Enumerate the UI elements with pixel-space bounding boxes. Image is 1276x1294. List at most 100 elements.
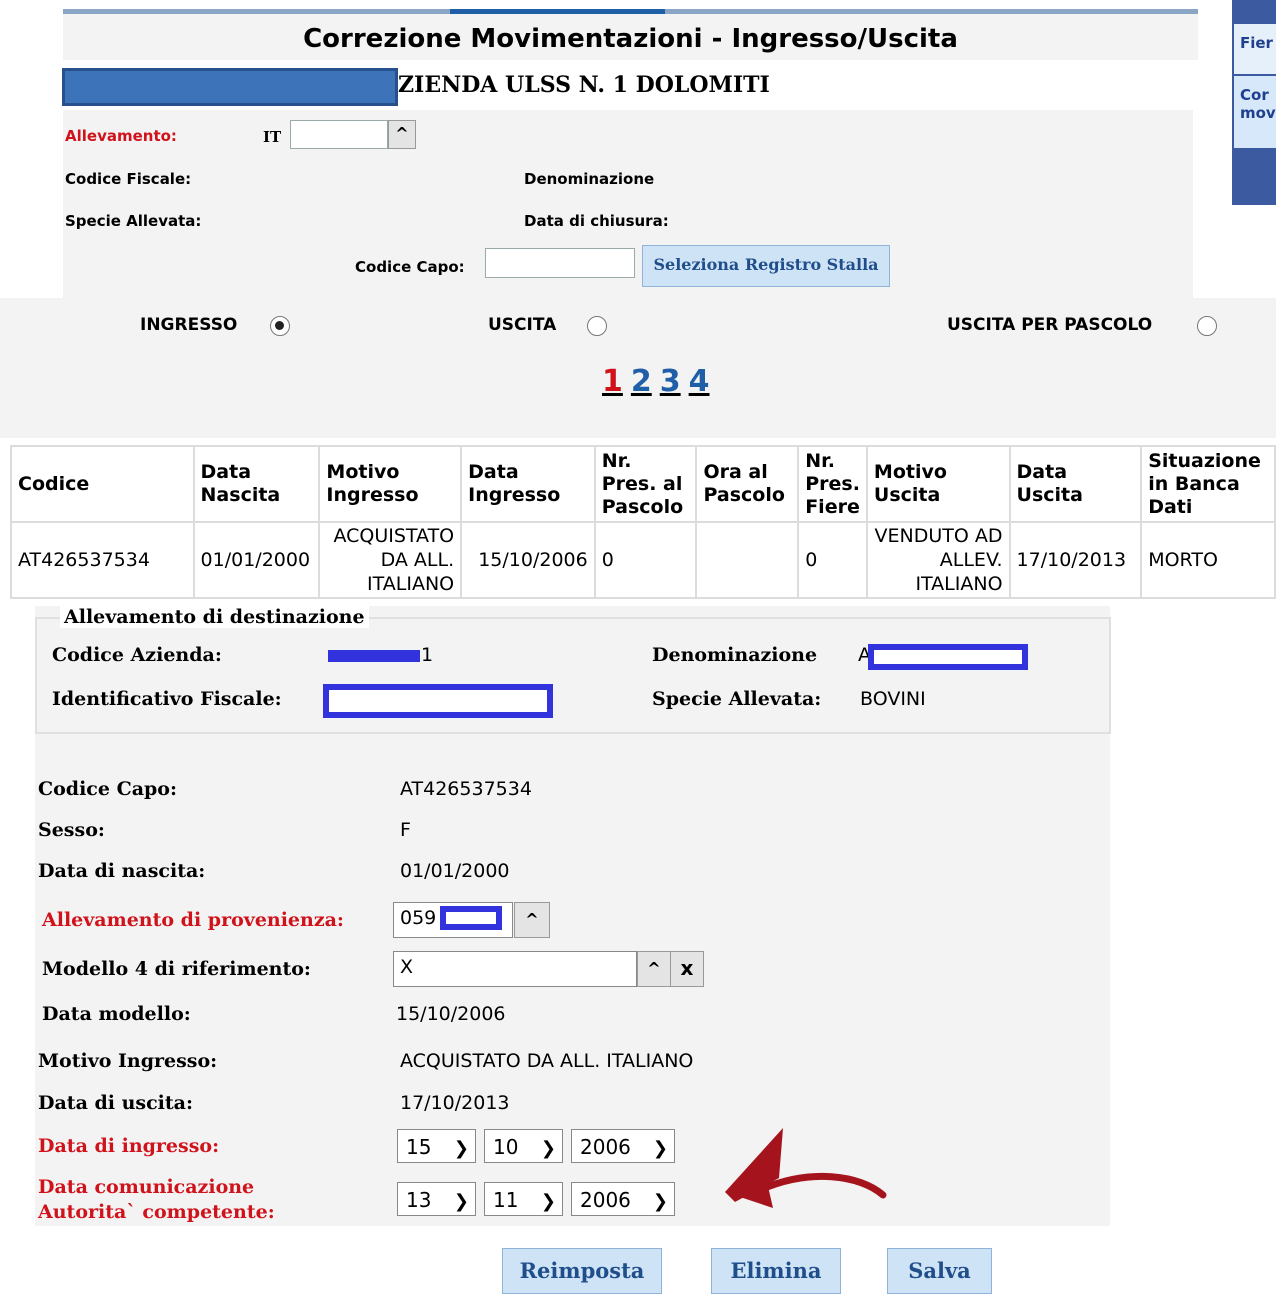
modello4-lookup-button[interactable]: ^ <box>637 951 671 987</box>
chevron-down-icon: ❯ <box>540 1191 556 1212</box>
reimposta-button[interactable]: Reimposta <box>502 1248 662 1294</box>
col-header: Ora al Pascolo <box>695 445 800 523</box>
data-comunicazione-year-select[interactable]: 2006 ❯ <box>571 1182 675 1216</box>
cell-data-ingresso: 15/10/2006 <box>460 521 596 599</box>
col-header: Data Uscita <box>1008 445 1143 523</box>
modello4-input[interactable]: X <box>393 951 637 987</box>
data-nascita-label: Data di nascita: <box>38 860 206 882</box>
radio-ingresso[interactable] <box>270 316 290 336</box>
modello4-value: X <box>400 956 414 978</box>
dest-denominazione-label: Denominazione <box>652 644 818 666</box>
destinazione-fieldset <box>35 617 1111 734</box>
dest-specie-label: Specie Allevata: <box>652 688 822 710</box>
capo-label: Codice Capo: <box>38 778 177 800</box>
data-uscita-label: Data di uscita: <box>38 1092 194 1114</box>
cell-data-nascita: 01/01/2000 <box>192 521 321 599</box>
month-value: 11 <box>493 1188 519 1212</box>
data-nascita-value: 01/01/2000 <box>400 860 510 882</box>
cell-motivo-uscita: VENDUTO AD ALLEV. ITALIANO <box>865 521 1011 599</box>
id-fiscale-label: Identificativo Fiscale: <box>52 688 282 710</box>
col-header: Data Nascita <box>192 445 321 523</box>
allevamento-prefix: IT <box>263 128 282 146</box>
cell-ora-pascolo <box>695 521 800 599</box>
provenienza-input[interactable]: 059 <box>393 902 513 938</box>
side-item-correzione[interactable]: Cor mov <box>1234 76 1276 148</box>
codice-azienda-value: 1 <box>421 644 434 666</box>
col-header: Codice <box>10 445 195 523</box>
radio-uscita-label: USCITA <box>488 315 557 335</box>
side-item-line2: mov <box>1240 104 1276 122</box>
close-icon: x <box>680 956 694 980</box>
chevron-down-icon: ❯ <box>652 1138 668 1159</box>
caret-up-icon: ^ <box>395 124 409 143</box>
year-value: 2006 <box>580 1188 631 1212</box>
page-link-2[interactable]: 2 <box>631 364 652 399</box>
data-comunicazione-month-select[interactable]: 11 ❯ <box>484 1182 563 1216</box>
cell-nr-pres-fiere: 0 <box>797 521 868 599</box>
seleziona-registro-button[interactable]: Seleziona Registro Stalla <box>642 245 890 287</box>
caret-up-icon: ^ <box>647 959 661 978</box>
codice-azienda-label: Codice Azienda: <box>52 644 222 666</box>
caret-up-icon: ^ <box>525 910 539 929</box>
page-link-4[interactable]: 4 <box>689 364 710 399</box>
data-modello-label: Data modello: <box>42 1003 191 1025</box>
col-header: Situazione in Banca Dati <box>1140 445 1276 523</box>
codice-capo-label: Codice Capo: <box>355 258 465 276</box>
annotation-arrow-icon <box>725 1128 887 1208</box>
pagination: 1234 <box>602 364 710 399</box>
provenienza-value: 059 <box>400 907 437 929</box>
data-ingresso-year-select[interactable]: 2006 ❯ <box>571 1129 675 1163</box>
movements-table: Codice Data Nascita Motivo Ingresso Data… <box>10 445 1276 599</box>
data-comunicazione-label-2: Autorita` competente: <box>38 1201 275 1223</box>
chevron-down-icon: ❯ <box>453 1138 469 1159</box>
col-header: Motivo Uscita <box>865 445 1011 523</box>
redacted-box <box>868 644 1028 670</box>
cell-nr-pres-pascolo: 0 <box>593 521 698 599</box>
redacted-box <box>62 68 398 106</box>
cell-motivo-ingresso: ACQUISTATO DA ALL. ITALIANO <box>318 521 463 599</box>
radio-uscita-pascolo[interactable] <box>1197 316 1217 336</box>
radio-uscita[interactable] <box>587 316 607 336</box>
elimina-button[interactable]: Elimina <box>711 1248 841 1294</box>
data-ingresso-month-select[interactable]: 10 ❯ <box>484 1129 563 1163</box>
azienda-name: ZIENDA ULSS N. 1 DOLOMITI <box>398 72 770 98</box>
provenienza-lookup-button[interactable]: ^ <box>514 902 550 938</box>
col-header: Nr. Pres. Fiere <box>797 445 868 523</box>
cell-codice: AT426537534 <box>10 521 195 599</box>
year-value: 2006 <box>580 1135 631 1159</box>
month-value: 10 <box>493 1135 519 1159</box>
page-link-1[interactable]: 1 <box>602 364 623 399</box>
data-ingresso-day-select[interactable]: 15 ❯ <box>397 1129 476 1163</box>
table-row[interactable]: AT426537534 01/01/2000 ACQUISTATO DA ALL… <box>10 521 1276 599</box>
cell-data-uscita: 17/10/2013 <box>1008 521 1143 599</box>
sesso-value: F <box>400 819 411 841</box>
data-comunicazione-day-select[interactable]: 13 ❯ <box>397 1182 476 1216</box>
data-modello-value: 15/10/2006 <box>396 1003 506 1025</box>
redacted-box <box>440 906 502 930</box>
cell-situazione: MORTO <box>1140 521 1276 599</box>
salva-button[interactable]: Salva <box>887 1248 992 1294</box>
motivo-ingresso-value: ACQUISTATO DA ALL. ITALIANO <box>400 1050 694 1072</box>
codice-fiscale-label: Codice Fiscale: <box>65 170 192 188</box>
destinazione-legend: Allevamento di destinazione <box>60 606 369 628</box>
modello4-clear-button[interactable]: x <box>670 951 704 987</box>
col-header: Nr. Pres. al Pascolo <box>593 445 698 523</box>
allevamento-lookup-button[interactable]: ^ <box>388 120 416 149</box>
day-value: 13 <box>406 1188 432 1212</box>
motivo-ingresso-label: Motivo Ingresso: <box>38 1050 218 1072</box>
denominazione-label: Denominazione <box>524 170 655 188</box>
page-link-3[interactable]: 3 <box>660 364 681 399</box>
data-ingresso-label: Data di ingresso: <box>38 1135 220 1157</box>
side-item-fiere[interactable]: Fier <box>1234 24 1276 74</box>
chevron-down-icon: ❯ <box>540 1138 556 1159</box>
provenienza-label: Allevamento di provenienza: <box>42 909 344 931</box>
allevamento-input[interactable] <box>290 120 388 149</box>
col-header: Data Ingresso <box>460 445 596 523</box>
codice-capo-input[interactable] <box>485 248 635 278</box>
sesso-label: Sesso: <box>38 819 105 841</box>
day-value: 15 <box>406 1135 432 1159</box>
col-header: Motivo Ingresso <box>318 445 463 523</box>
redacted-box <box>328 650 420 662</box>
modello4-label: Modello 4 di riferimento: <box>42 958 311 980</box>
data-uscita-value: 17/10/2013 <box>400 1092 510 1114</box>
